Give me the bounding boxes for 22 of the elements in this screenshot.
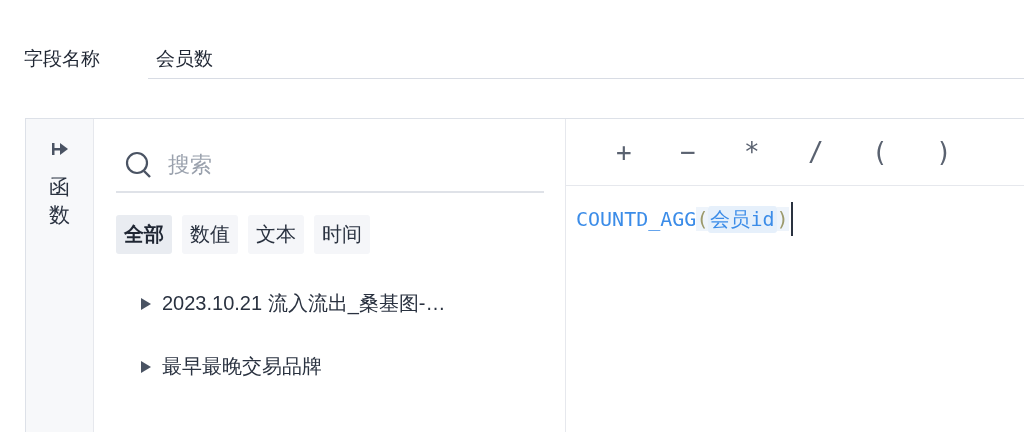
field-token: 会员id (708, 205, 777, 233)
operator-button[interactable]: − (676, 137, 740, 167)
collapse-arrow-icon[interactable] (50, 141, 69, 157)
operator-button[interactable]: ( (868, 137, 932, 167)
operator-button[interactable]: / (804, 137, 868, 167)
text-cursor (790, 202, 793, 236)
search-field[interactable]: 搜索 (166, 144, 536, 186)
operator-button[interactable]: * (740, 137, 804, 167)
operator-button[interactable]: ) (932, 137, 996, 167)
filter-tab[interactable]: 时间 (314, 215, 370, 254)
tree-item[interactable]: 最早最晚交易品牌 (162, 353, 322, 380)
sidebar-label: 函数 (49, 174, 70, 229)
parenthesis: ( (696, 207, 709, 231)
filter-tab[interactable]: 文本 (248, 215, 304, 254)
filter-tab[interactable]: 数值 (182, 215, 238, 254)
operator-button[interactable]: + (612, 137, 676, 167)
expand-triangle-icon[interactable] (140, 359, 152, 374)
function-name: COUNTD_AGG (576, 207, 697, 231)
expand-triangle-icon[interactable] (140, 296, 152, 311)
field-label: 字段名称 (24, 47, 101, 71)
filter-tab[interactable]: 全部 (116, 215, 172, 254)
tree-item[interactable]: 2023.10.21 流入流出_桑基图-… (162, 290, 446, 317)
